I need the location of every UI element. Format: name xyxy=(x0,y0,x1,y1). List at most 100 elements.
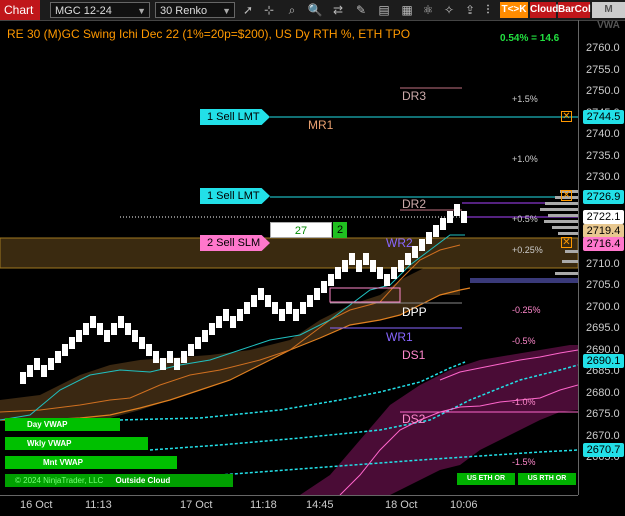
status-bar: © 2024 NinjaTrader, LLC Outside Cloud xyxy=(5,474,233,487)
share-icon[interactable]: ⇪ xyxy=(462,2,478,18)
renko-brick xyxy=(34,358,40,370)
chevron-down-icon: ▼ xyxy=(137,6,146,16)
renko-brick xyxy=(160,358,166,370)
renko-brick xyxy=(216,316,222,328)
renko-brick xyxy=(335,267,341,279)
close-order-icon[interactable]: ✕ xyxy=(561,190,572,201)
price-tick: 2680.0 xyxy=(586,386,620,399)
renko-brick xyxy=(69,337,75,349)
order-sell-lmt-1[interactable]: 1 Sell LMT xyxy=(200,109,270,125)
close-order-icon[interactable]: ✕ xyxy=(561,111,572,122)
renko-brick xyxy=(328,274,334,286)
level-mr1: MR1 xyxy=(308,118,334,132)
renko-brick xyxy=(27,365,33,377)
price-tag: 2726.9 xyxy=(583,190,624,204)
renko-brick xyxy=(230,316,236,328)
pct-plus-1-0: +1.0% xyxy=(512,154,538,164)
price-tick: 2760.0 xyxy=(586,42,620,54)
tpo-band xyxy=(0,237,578,269)
strategy-icon[interactable]: ⚛ xyxy=(420,2,436,18)
text-icon[interactable]: ⇄ xyxy=(330,2,346,18)
level-wr2: WR2 xyxy=(386,236,413,250)
renko-brick xyxy=(405,253,411,265)
renko-brick xyxy=(111,323,117,335)
more-icon[interactable]: ⋮ xyxy=(482,2,494,18)
price-tick: 2695.0 xyxy=(586,322,620,335)
renko-brick xyxy=(419,239,425,251)
renko-brick xyxy=(20,372,26,384)
time-tick: 11:13 xyxy=(85,499,112,511)
renko-brick xyxy=(202,330,208,342)
dataseries-icon[interactable]: ✧ xyxy=(441,2,457,18)
pct-plus-0-25: +0.25% xyxy=(512,245,543,255)
zoom-icon[interactable]: 🔍 xyxy=(307,2,323,18)
chart-tab[interactable]: Chart xyxy=(0,0,40,20)
price-tick: 2730.0 xyxy=(586,171,620,184)
level-ds2: DS2 xyxy=(402,412,426,426)
crosshair-icon[interactable]: ⊹ xyxy=(261,2,277,18)
renko-brick xyxy=(314,288,320,300)
renko-brick xyxy=(447,211,453,223)
time-tick: 18 Oct xyxy=(385,499,418,511)
price-tick: 2710.0 xyxy=(586,257,620,270)
time-tick: 17 Oct xyxy=(180,499,213,511)
renko-brick xyxy=(454,204,460,216)
pointer-icon[interactable]: ➚ xyxy=(240,2,256,18)
cloud-toggle[interactable]: Cloud xyxy=(530,2,558,18)
pct-plus-0-5: +0.5% xyxy=(512,214,538,224)
pct-minus-1-5: -1.5% xyxy=(512,457,536,467)
renko-brick xyxy=(41,365,47,377)
price-tick: 2755.0 xyxy=(586,63,620,76)
price-tick: 2670.0 xyxy=(586,429,620,442)
level-dpp: DPP xyxy=(402,305,427,319)
draw-icon[interactable]: ✎ xyxy=(353,2,369,18)
renko-brick xyxy=(272,302,278,314)
template-icon[interactable]: ▤ xyxy=(376,2,392,18)
renko-brick xyxy=(433,225,439,237)
order-sell-slm[interactable]: 2 Sell SLM xyxy=(200,235,270,251)
bar-type-label: 30 Renko xyxy=(160,5,208,17)
percent-readout: 0.54% = 14.6 xyxy=(500,33,560,44)
price-tick: 2700.0 xyxy=(586,300,620,313)
barcol-toggle[interactable]: BarCol xyxy=(558,2,591,18)
renko-brick xyxy=(223,309,229,321)
us-eth-or-button[interactable]: US ETH OR xyxy=(457,473,515,485)
magnify-icon[interactable]: ⌕ xyxy=(284,2,300,18)
renko-brick xyxy=(384,274,390,286)
renko-brick xyxy=(363,253,369,265)
renko-brick xyxy=(181,351,187,363)
properties-icon[interactable]: ▦ xyxy=(399,2,415,18)
renko-brick xyxy=(426,232,432,244)
renko-brick xyxy=(377,267,383,279)
price-tick: 2740.0 xyxy=(586,128,620,141)
position-qty[interactable]: 27 xyxy=(270,222,332,238)
price-tag: 2670.7 xyxy=(583,443,624,457)
blue-bar xyxy=(470,278,578,283)
price-tag: 2690.1 xyxy=(583,354,624,368)
close-order-icon[interactable]: ✕ xyxy=(561,237,572,248)
mnt-vwap-label: Mnt VWAP xyxy=(5,456,177,469)
renko-brick xyxy=(398,260,404,272)
renko-brick xyxy=(55,351,61,363)
position-count[interactable]: 2 xyxy=(333,222,347,238)
instrument-selector[interactable]: MGC 12-24 ▼ xyxy=(50,2,150,18)
bar-type-selector[interactable]: 30 Renko ▼ xyxy=(155,2,235,18)
renko-brick xyxy=(300,302,306,314)
day-vwap-label: Day VWAP xyxy=(5,418,120,431)
renko-brick xyxy=(174,358,180,370)
time-tick: 10:06 xyxy=(450,499,478,511)
wkly-vwap-label: Wkly VWAP xyxy=(5,437,148,450)
renko-brick xyxy=(125,323,131,335)
renko-brick xyxy=(293,309,299,321)
us-rth-or-button[interactable]: US RTH OR xyxy=(518,473,576,485)
price-tick: 2675.0 xyxy=(586,408,620,421)
time-tick: 16 Oct xyxy=(20,499,53,511)
order-sell-lmt-2[interactable]: 1 Sell LMT xyxy=(200,188,270,204)
renko-brick xyxy=(209,323,215,335)
time-tick: 14:45 xyxy=(306,499,334,511)
renko-brick xyxy=(321,281,327,293)
t-k-toggle[interactable]: T<>K xyxy=(500,2,528,18)
renko-brick xyxy=(461,211,467,223)
mvwa-toggle[interactable]: M VWA xyxy=(592,2,625,31)
instrument-label: MGC 12-24 xyxy=(55,5,112,17)
